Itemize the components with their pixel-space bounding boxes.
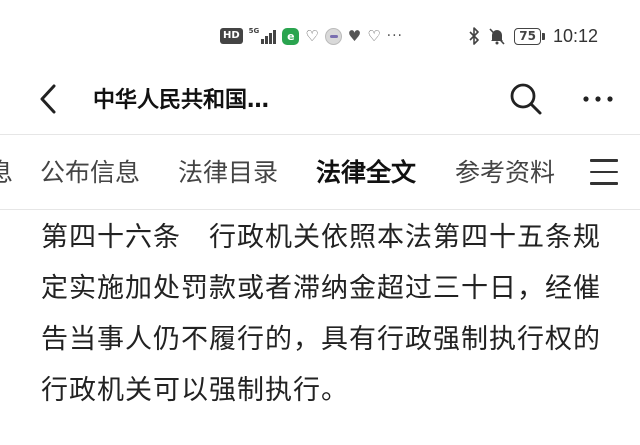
- back-arrow-icon[interactable]: [34, 82, 64, 116]
- heart-swoosh-icon-2: ♡: [367, 27, 381, 45]
- page-title: 中华人民共和国…: [93, 88, 270, 113]
- tab-partial-info[interactable]: 息: [0, 157, 13, 189]
- tab-references[interactable]: 参考资料: [455, 157, 555, 189]
- status-right-icons: 75 10:12: [468, 26, 598, 46]
- bell-mute-icon: [489, 28, 505, 45]
- status-left-icons: HD 5G e ♡ ♥ ♡ ···: [220, 26, 403, 46]
- network-type-label: 5G: [248, 27, 260, 35]
- more-icon[interactable]: [580, 82, 616, 116]
- heart-swoosh-icon: ♡: [305, 27, 319, 45]
- menu-icon[interactable]: [590, 159, 618, 185]
- app-notification-icon: e: [282, 27, 300, 45]
- signal-icon: 5G: [249, 28, 277, 44]
- bluetooth-icon: [469, 27, 480, 45]
- heart-icon: ♥: [347, 27, 362, 45]
- battery-level: 75: [514, 27, 541, 45]
- tab-law-catalog[interactable]: 法律目录: [178, 157, 278, 189]
- clock: 10:12: [552, 25, 598, 46]
- tab-publish-info[interactable]: 公布信息: [40, 157, 140, 189]
- more-notifications-icon: ···: [386, 28, 404, 44]
- article-paragraph: 第四十六条 行政机关依照本法第四十五条规定实施加处罚款或者滞纳金超过三十日，经催…: [41, 222, 601, 406]
- hd-badge: HD: [220, 28, 243, 44]
- app-header: 中华人民共和国…: [0, 68, 640, 134]
- avatar-notification-icon: [324, 27, 342, 45]
- search-icon[interactable]: [509, 82, 543, 116]
- status-bar: HD 5G e ♡ ♥ ♡ ··· 75 10:12: [0, 0, 640, 68]
- article-content: 第四十六条 行政机关依照本法第四十五条规定实施加处罚款或者滞纳金超过三十日，经催…: [41, 212, 601, 416]
- battery-icon: 75: [514, 27, 545, 45]
- tab-full-text[interactable]: 法律全文: [316, 157, 416, 189]
- tab-bar: 息 公布信息 法律目录 法律全文 参考资料: [0, 134, 640, 210]
